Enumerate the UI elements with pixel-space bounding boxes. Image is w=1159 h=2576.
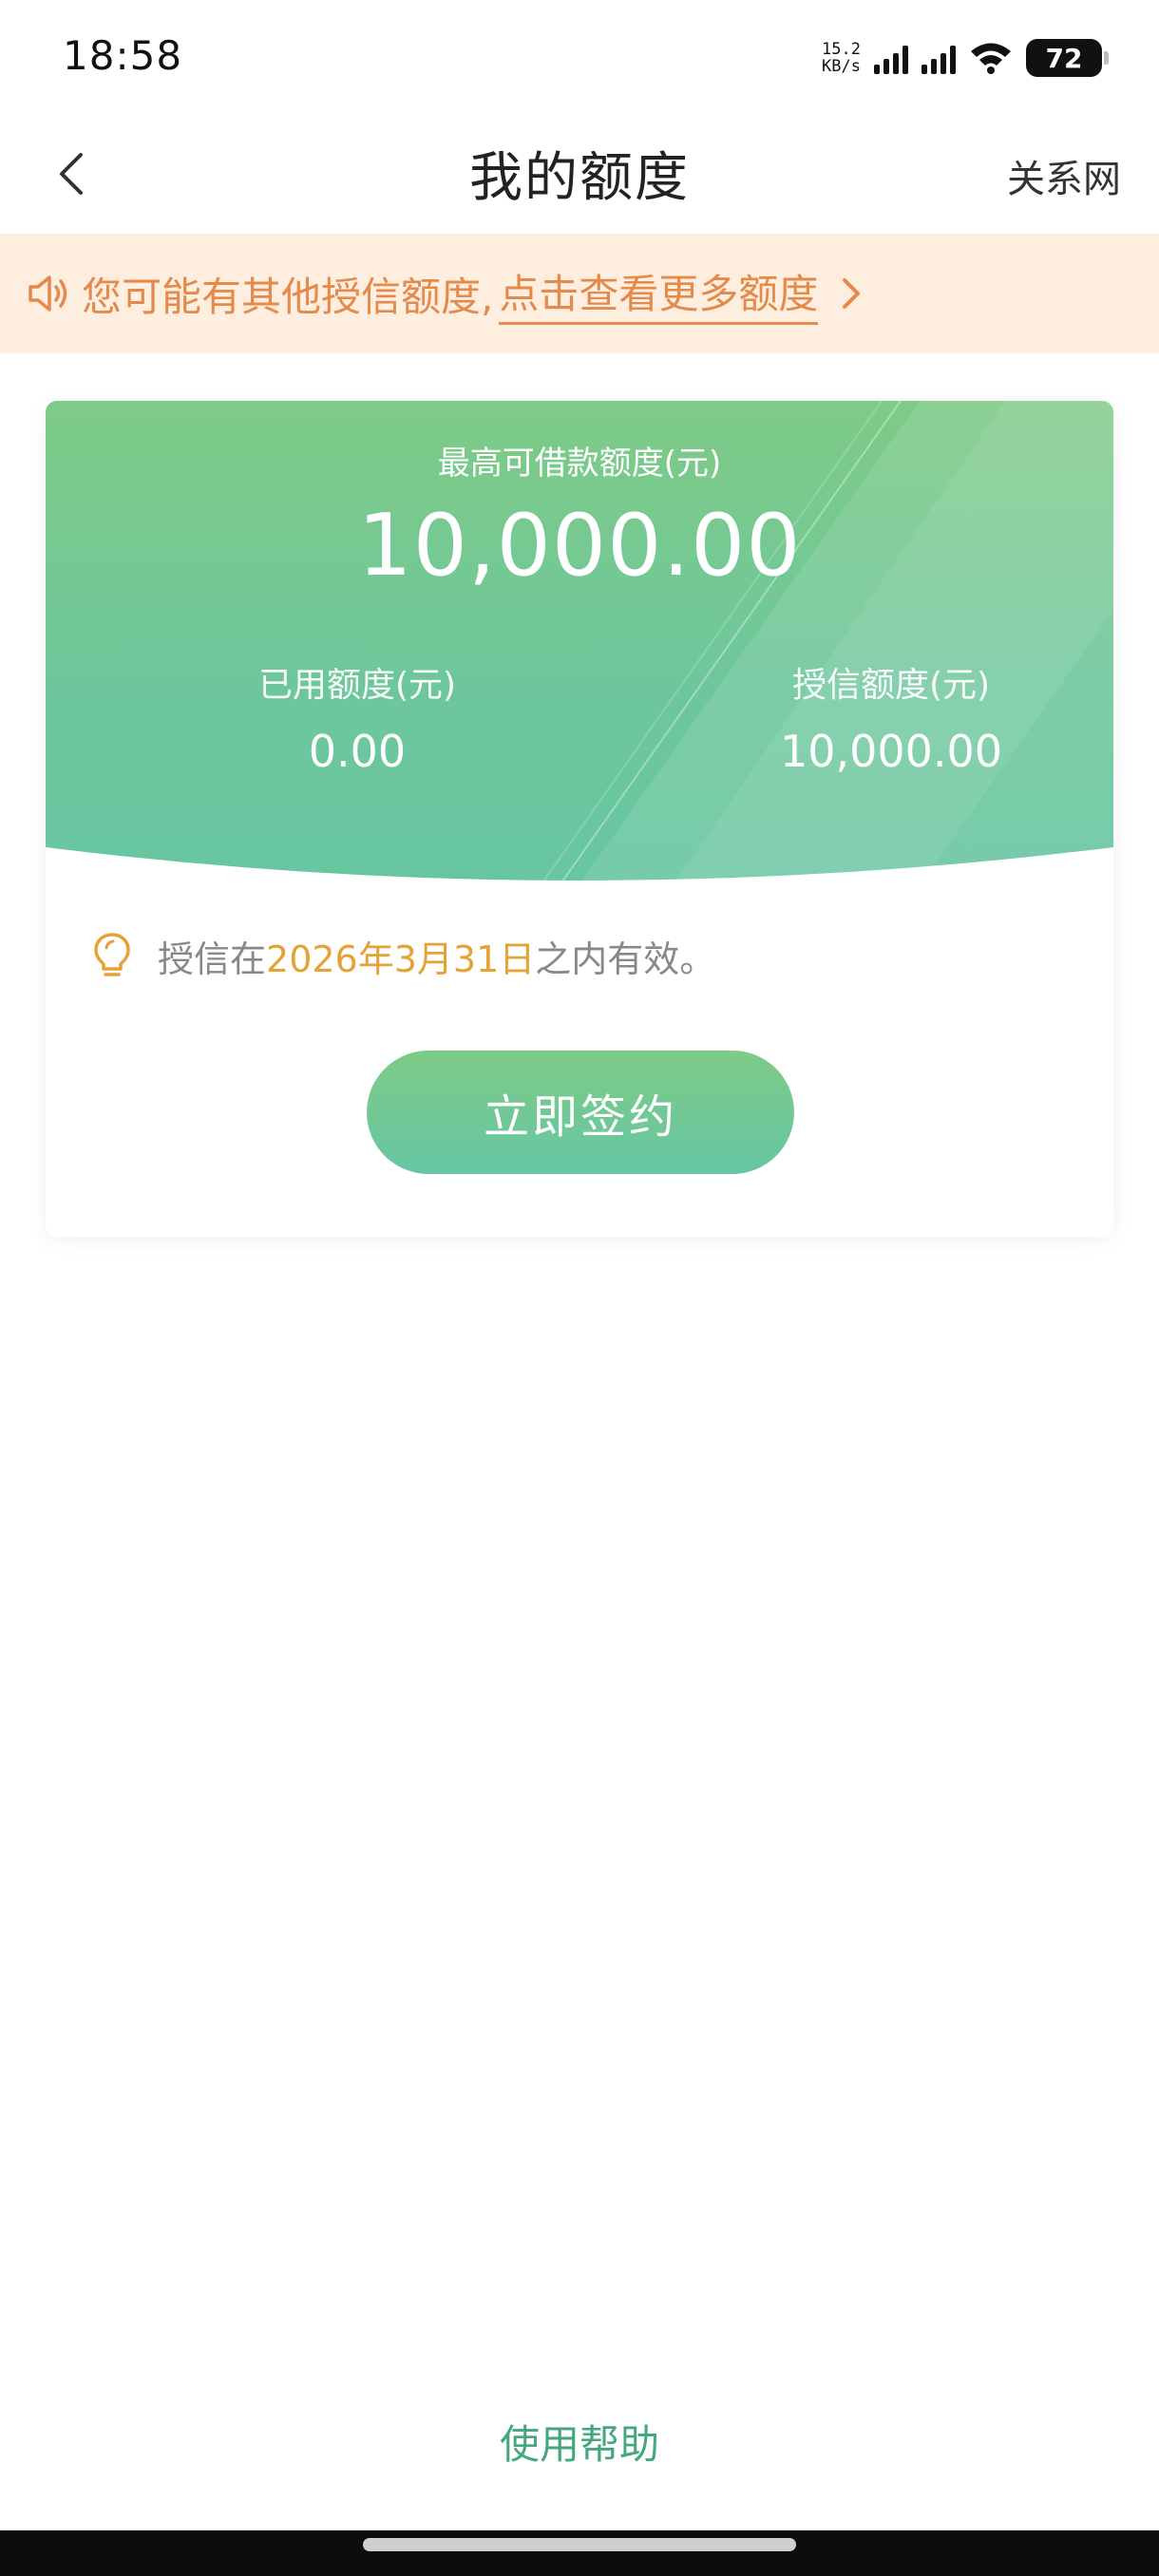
credit-card-header: 最高可借款额度(元) 10,000.00 已用额度(元) 0.00 授信额度(元… (46, 401, 1113, 914)
card-curve (46, 847, 1113, 914)
battery-icon: 72 (1026, 39, 1109, 77)
max-credit-label: 最高可借款额度(元) (437, 445, 722, 483)
notice-banner[interactable]: 您可能有其他授信额度, 点击查看更多额度 (0, 234, 1159, 353)
sign-now-button[interactable]: 立即签约 (367, 1051, 794, 1174)
used-credit: 已用额度(元) 0.00 (167, 657, 547, 777)
granted-credit: 授信额度(元) 10,000.00 (701, 657, 1081, 777)
granted-credit-label: 授信额度(元) (791, 666, 991, 705)
used-credit-value: 0.00 (308, 726, 407, 777)
network-speed: 15.2 KB/s (822, 40, 861, 76)
validity-note: 授信在2026年3月31日之内有效。 (91, 929, 715, 982)
status-icons: 15.2 KB/s 72 (822, 34, 1109, 82)
speaker-icon (28, 275, 67, 312)
validity-date: 2026年3月31日 (266, 938, 536, 980)
status-time: 18:58 (63, 32, 183, 79)
lightbulb-icon (94, 933, 130, 976)
status-bar: 18:58 15.2 KB/s 72 (0, 0, 1159, 114)
chevron-right-icon[interactable] (839, 275, 865, 313)
credit-card: 最高可借款额度(元) 10,000.00 已用额度(元) 0.00 授信额度(元… (46, 401, 1113, 1237)
wifi-icon (971, 43, 1011, 74)
notice-text: 您可能有其他授信额度, (82, 273, 494, 320)
more-credit-link[interactable]: 点击查看更多额度 (499, 262, 819, 325)
battery-level: 72 (1045, 42, 1083, 74)
granted-credit-value: 10,000.00 (779, 726, 1003, 777)
validity-text: 授信在2026年3月31日之内有效。 (158, 938, 716, 980)
used-credit-label: 已用额度(元) (257, 666, 457, 705)
signal-strength-icon (874, 42, 908, 74)
header: 我的额度 关系网 (0, 114, 1159, 234)
page-title: 我的额度 (469, 147, 690, 209)
system-nav-bar (0, 2530, 1159, 2576)
help-link[interactable]: 使用帮助 (0, 2413, 1159, 2471)
home-indicator[interactable] (363, 2538, 796, 2551)
signal-strength-2-icon (922, 42, 956, 74)
max-credit-value: 10,000.00 (357, 496, 802, 596)
relationship-network-link[interactable]: 关系网 (1007, 148, 1121, 203)
